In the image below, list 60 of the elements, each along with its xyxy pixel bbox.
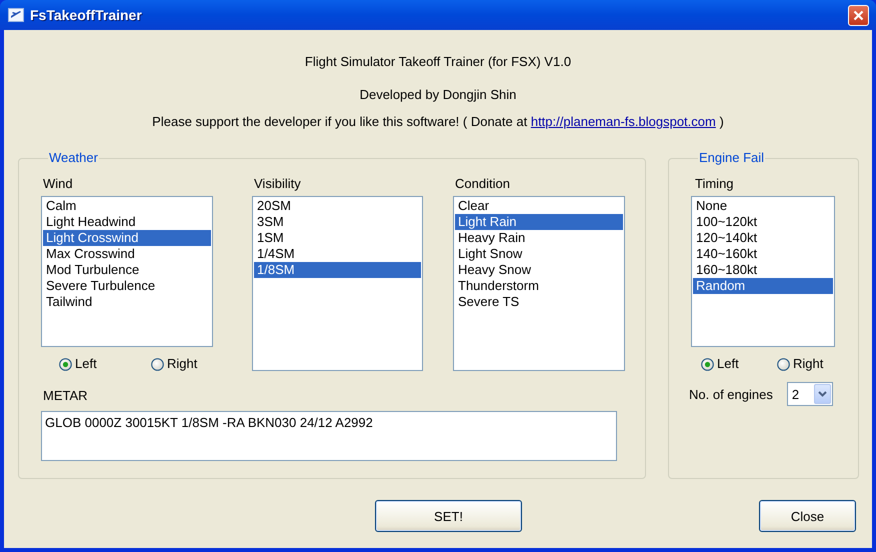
list-label: Timing (694, 176, 735, 192)
list-label: Visibility (253, 176, 302, 192)
radio-button[interactable]: Left (59, 356, 151, 372)
radio-button[interactable]: Left (701, 356, 777, 372)
list-item[interactable]: 1/8SM (254, 262, 421, 278)
close-icon (853, 10, 864, 20)
set-button[interactable]: SET! (375, 500, 522, 532)
list-item[interactable]: Mod Turbulence (43, 262, 211, 278)
list-item[interactable]: 100~120kt (693, 214, 833, 230)
list-box[interactable]: Calm Light Headwind Light Crosswind Max Crosswind Mod Turbulence Severe Turbulence Tailwind (41, 196, 213, 347)
list-item[interactable]: Max Crosswind (43, 246, 211, 262)
list-item[interactable]: Tailwind (43, 294, 211, 310)
list-item[interactable]: Light Crosswind (43, 230, 211, 246)
list-item[interactable]: Severe Turbulence (43, 278, 211, 294)
list-item[interactable]: Thunderstorm (455, 278, 623, 294)
radio-icon[interactable] (777, 358, 790, 370)
close-button[interactable]: Close (759, 500, 856, 532)
list-item[interactable]: Light Headwind (43, 214, 211, 230)
list-item[interactable]: 160~180kt (693, 262, 833, 278)
radio-button[interactable]: Right (777, 356, 837, 372)
list-item[interactable]: Light Rain (455, 214, 623, 230)
list-item[interactable]: Heavy Snow (455, 262, 623, 278)
airplane-icon (8, 8, 24, 22)
list-item[interactable]: Calm (43, 198, 211, 214)
close-button[interactable] (848, 4, 869, 26)
list-box[interactable]: None 100~120kt 120~140kt 140~160kt 160~180kt Random (691, 196, 835, 347)
donate-link[interactable]: http://planeman-fs.blogspot.com (530, 114, 716, 129)
list-item[interactable]: 120~140kt (693, 230, 833, 246)
engines-label: No. of engines (689, 386, 773, 402)
support-text: Please support the developer if you like this software! ( Donate at (152, 114, 528, 130)
list-item[interactable]: Severe TS (455, 294, 623, 310)
list-box[interactable]: 20SM 3SM 1SM 1/4SM 1/8SM (252, 196, 423, 371)
list-label: Condition (454, 176, 511, 192)
metar-label: METAR (42, 388, 89, 404)
list-item[interactable]: 20SM (254, 198, 421, 214)
radio-icon[interactable] (701, 358, 714, 370)
group-title: Engine Fail (698, 150, 766, 166)
list-box[interactable]: Clear Light Rain Heavy Rain Light Snow Heavy Snow Thunderstorm Severe TS (453, 196, 625, 371)
radio-icon[interactable] (151, 358, 164, 370)
list-item[interactable]: 1/4SM (254, 246, 421, 262)
app-title: Flight Simulator Takeoff Trainer (for FSX) V1.0 (304, 54, 572, 70)
support-text: ) (719, 114, 724, 130)
metar-field[interactable]: GLOB 0000Z 30015KT 1/8SM -RA BKN030 24/12 A2992 (41, 411, 617, 461)
developer-text: Developed by Dongjin Shin (360, 87, 516, 103)
chevron-down-icon (818, 391, 827, 397)
list-item[interactable]: Heavy Rain (455, 230, 623, 246)
list-item[interactable]: Clear (455, 198, 623, 214)
radio-button[interactable]: Right (151, 356, 221, 372)
list-item[interactable]: Light Snow (455, 246, 623, 262)
list-label: Wind (42, 176, 74, 192)
group-title: Weather (48, 150, 99, 166)
list-item[interactable]: 1SM (254, 230, 421, 246)
list-item[interactable]: 3SM (254, 214, 421, 230)
engines-dropdown[interactable]: 2 (786, 382, 833, 406)
dropdown-button[interactable] (814, 384, 831, 404)
radio-icon[interactable] (59, 358, 72, 370)
list-item[interactable]: Random (693, 278, 833, 294)
window-title: FsTakeoffTrainer (30, 7, 143, 23)
list-item[interactable]: 140~160kt (693, 246, 833, 262)
list-item[interactable]: None (693, 198, 833, 214)
